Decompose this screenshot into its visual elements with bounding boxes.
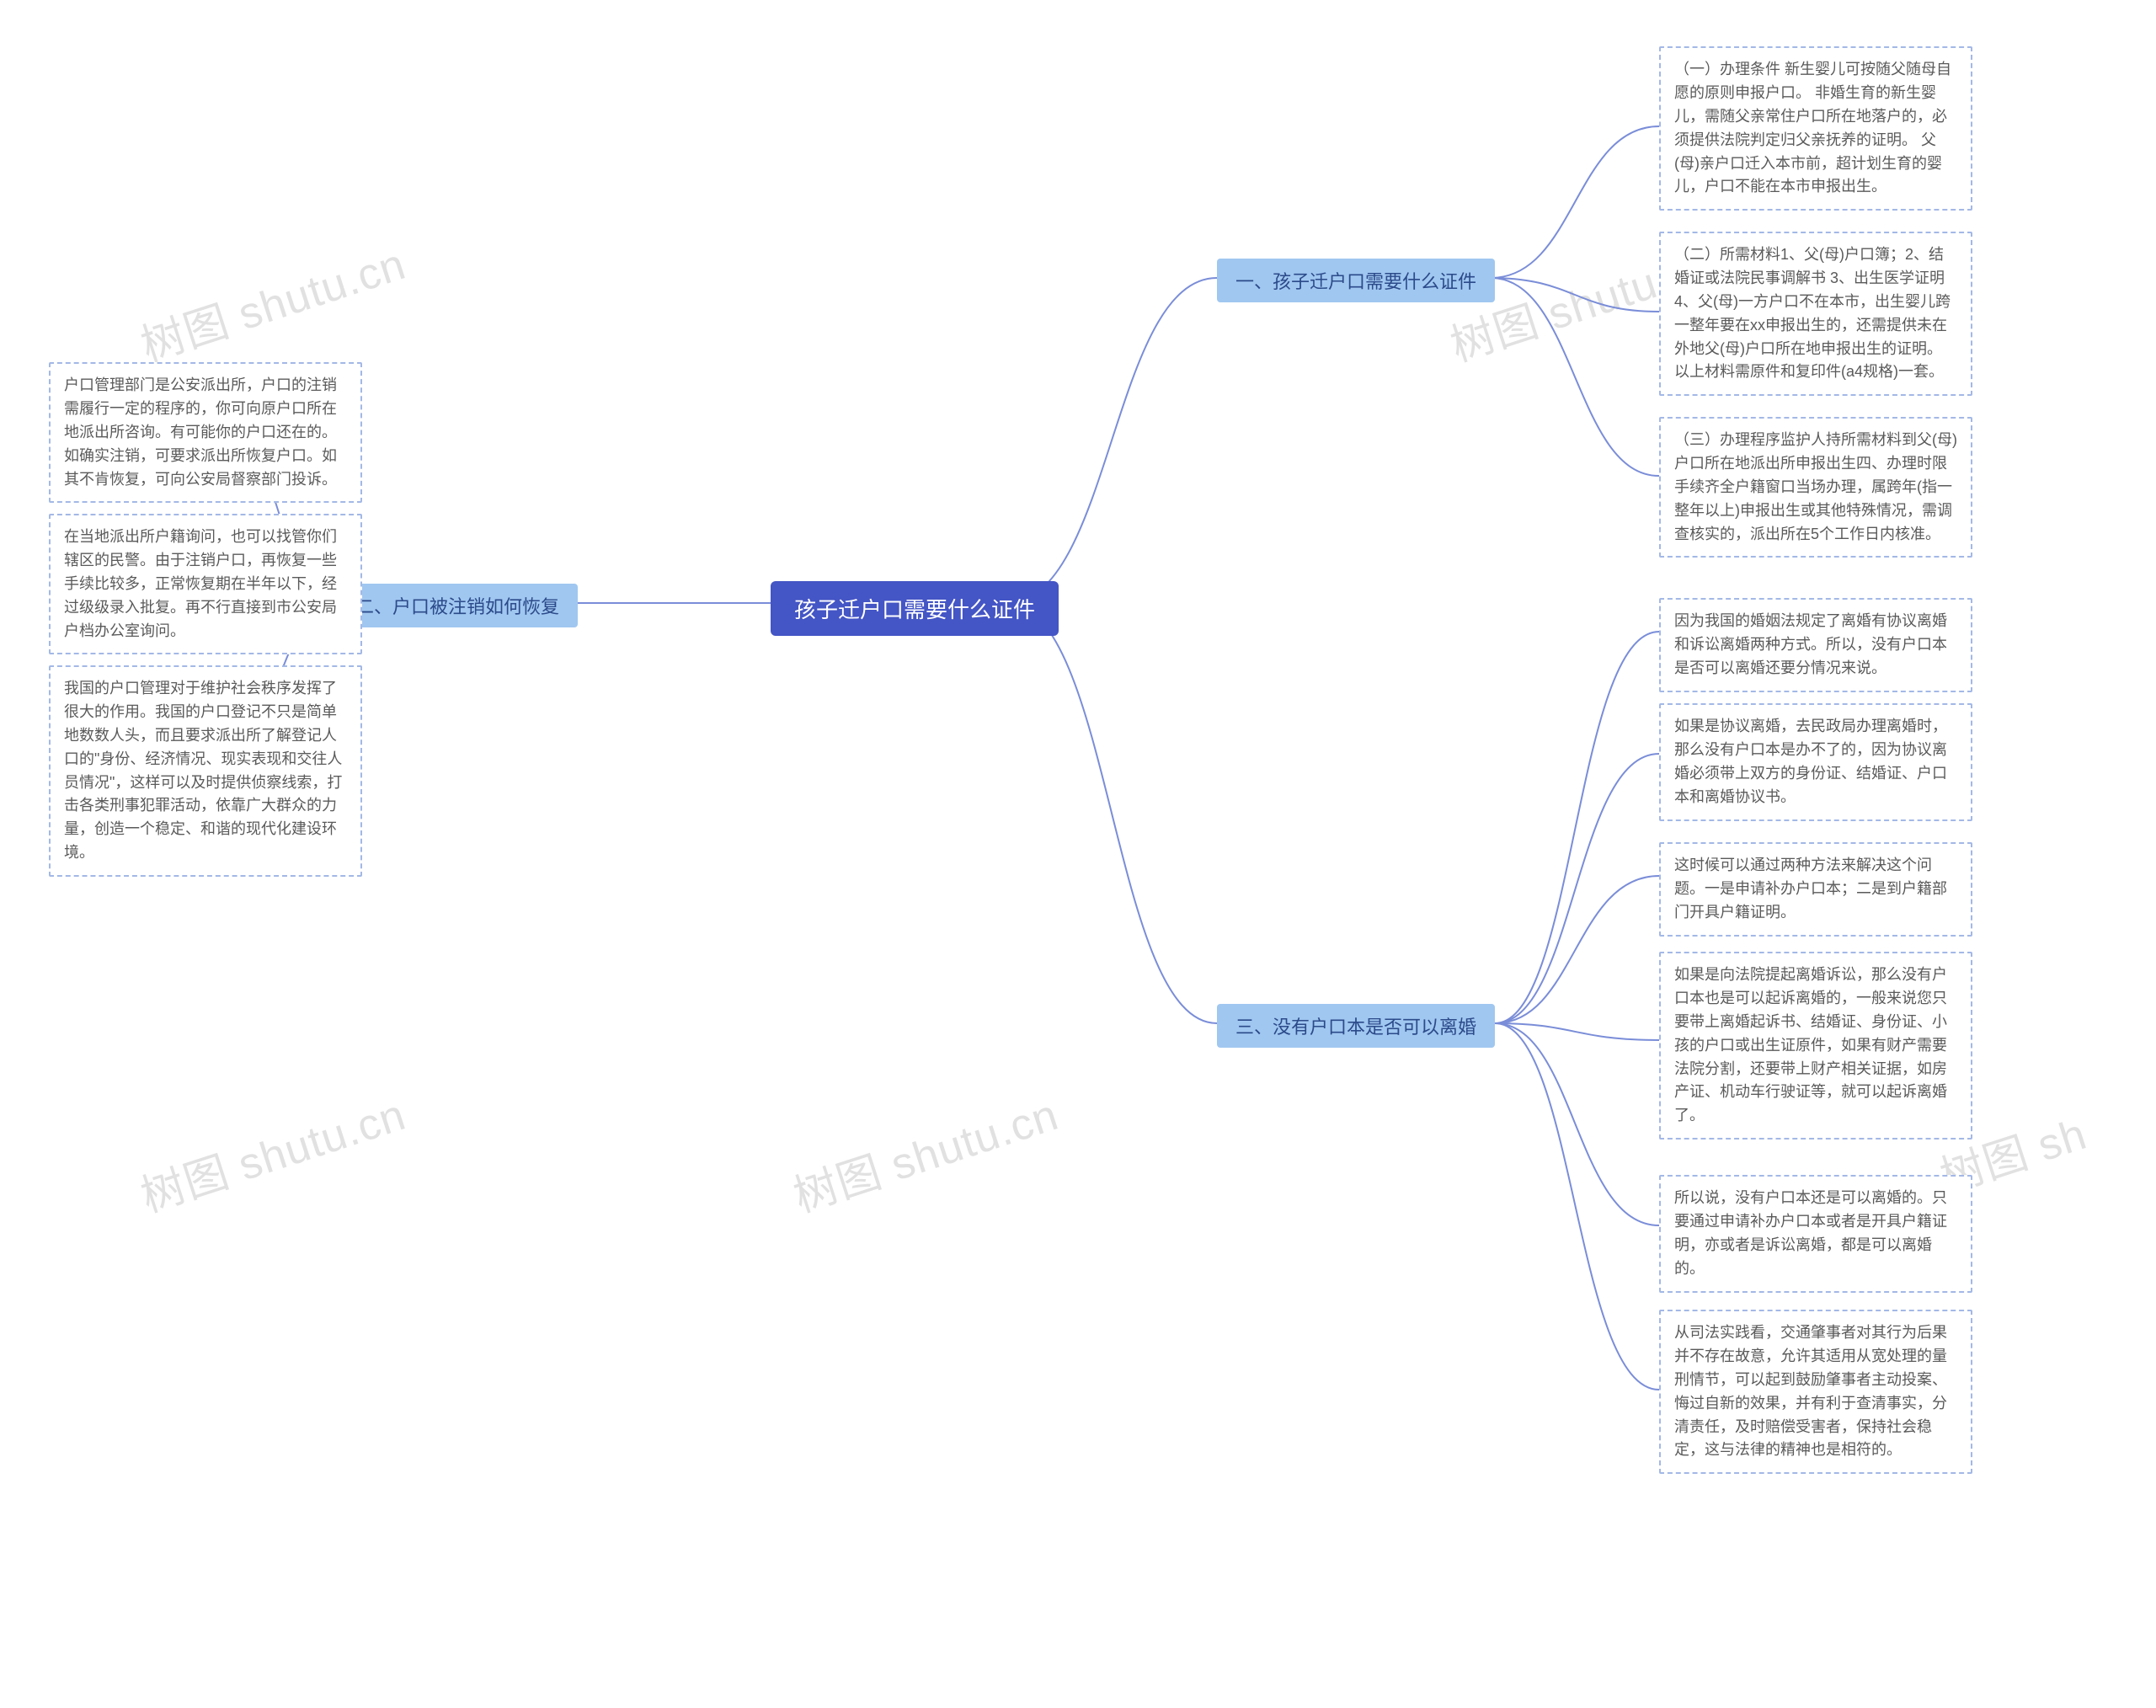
leaf-b1-3[interactable]: （三）办理程序监护人持所需材料到父(母)户口所在地派出所申报出生四、办理时限手续… — [1659, 417, 1972, 558]
leaf-b3-2[interactable]: 如果是协议离婚，去民政局办理离婚时，那么没有户口本是办不了的，因为协议离婚必须带… — [1659, 703, 1972, 821]
watermark: 树图 shutu.cn — [131, 228, 412, 373]
root-node[interactable]: 孩子迁户口需要什么证件 — [771, 581, 1059, 636]
leaf-b1-2[interactable]: （二）所需材料1、父(母)户口簿；2、结婚证或法院民事调解书 3、出生医学证明 … — [1659, 232, 1972, 396]
branch-node-hukou-restore[interactable]: 二、户口被注销如何恢复 — [337, 584, 578, 627]
watermark: 树图 shutu.cn — [784, 1079, 1065, 1224]
leaf-b3-4[interactable]: 如果是向法院提起离婚诉讼，那么没有户口本也是可以起诉离婚的，一般来说您只要带上离… — [1659, 952, 1972, 1140]
leaf-b1-1[interactable]: （一）办理条件 新生婴儿可按随父随母自愿的原则申报户口。 非婚生育的新生婴儿，需… — [1659, 46, 1972, 211]
leaf-b2-3[interactable]: 我国的户口管理对于维护社会秩序发挥了很大的作用。我国的户口登记不只是简单地数数人… — [49, 665, 362, 877]
leaf-b3-5[interactable]: 所以说，没有户口本还是可以离婚的。只要通过申请补办户口本或者是开具户籍证明，亦或… — [1659, 1175, 1972, 1293]
watermark: 树图 shutu.cn — [131, 1079, 412, 1224]
leaf-b2-2[interactable]: 在当地派出所户籍询问，也可以找管你们辖区的民警。由于注销户口，再恢复一些手续比较… — [49, 514, 362, 654]
leaf-b3-1[interactable]: 因为我国的婚姻法规定了离婚有协议离婚和诉讼离婚两种方式。所以，没有户口本是否可以… — [1659, 598, 1972, 692]
leaf-b3-6[interactable]: 从司法实践看，交通肇事者对其行为后果并不存在故意，允许其适用从宽处理的量刑情节，… — [1659, 1310, 1972, 1474]
branch-node-documents-needed[interactable]: 一、孩子迁户口需要什么证件 — [1217, 259, 1495, 302]
leaf-b2-1[interactable]: 户口管理部门是公安派出所，户口的注销需履行一定的程序的，你可向原户口所在地派出所… — [49, 362, 362, 503]
leaf-b3-3[interactable]: 这时候可以通过两种方法来解决这个问题。一是申请补办户口本；二是到户籍部门开具户籍… — [1659, 842, 1972, 937]
branch-node-divorce-without-hukou[interactable]: 三、没有户口本是否可以离婚 — [1217, 1004, 1495, 1048]
